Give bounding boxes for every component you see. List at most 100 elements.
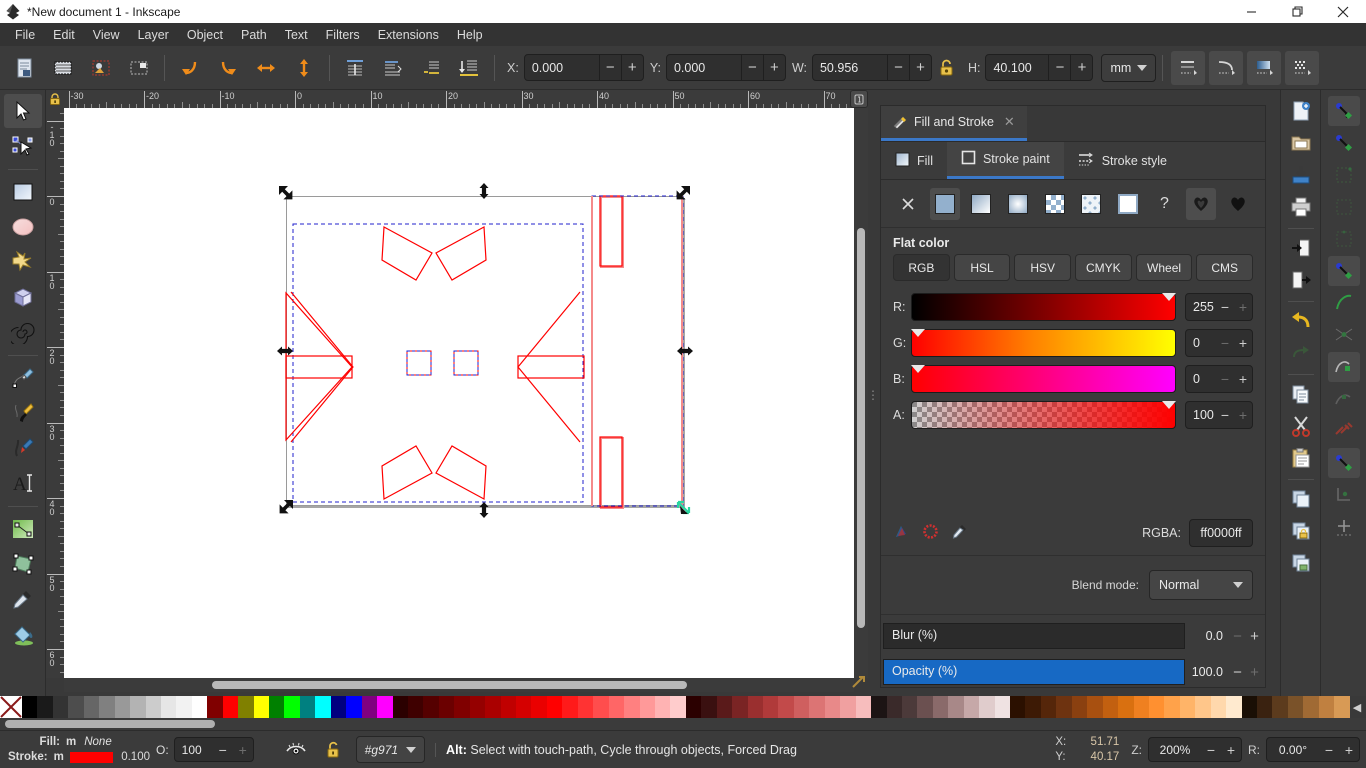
palette-swatch[interactable] <box>330 696 347 718</box>
opacity-increment[interactable]: + <box>1246 664 1263 681</box>
snap-smooth-nodes-icon[interactable] <box>1328 384 1360 414</box>
palette-swatch[interactable] <box>1025 696 1041 718</box>
slider-handle[interactable] <box>1162 293 1176 301</box>
channel-g-spinner[interactable]: 0 − + <box>1185 329 1253 357</box>
palette-swatch[interactable] <box>1241 696 1257 718</box>
side-bar-top[interactable] <box>599 195 623 267</box>
canvas-corner-icon[interactable] <box>850 674 868 692</box>
small-square-right[interactable] <box>453 350 479 376</box>
palette-swatch[interactable] <box>315 696 331 718</box>
palette-swatch[interactable] <box>207 696 223 718</box>
channel-r-slider[interactable] <box>911 293 1176 321</box>
opacity-decrement[interactable]: − <box>213 742 233 758</box>
question-button[interactable]: ? <box>1149 188 1180 220</box>
palette-swatch[interactable] <box>423 696 439 718</box>
blur-slider[interactable]: Blur (%) <box>883 623 1185 649</box>
palette-swatch[interactable] <box>145 696 161 718</box>
palette-swatch[interactable] <box>1040 696 1057 718</box>
palette-swatch[interactable] <box>99 696 115 718</box>
menu-item-text[interactable]: Text <box>276 26 317 44</box>
blur-increment[interactable]: + <box>1246 628 1263 645</box>
swatch-button[interactable] <box>1076 188 1107 220</box>
cut-icon[interactable] <box>1285 411 1317 441</box>
flat-color-button[interactable] <box>929 187 961 220</box>
palette-swatch[interactable] <box>1226 696 1242 718</box>
palette-swatch[interactable] <box>1303 696 1319 718</box>
canvas-artwork[interactable] <box>64 108 854 678</box>
w-input[interactable]: 50.956 <box>813 61 887 75</box>
dock-resize-handle[interactable]: ⋮ <box>867 380 879 410</box>
spiral-tool[interactable] <box>4 315 42 349</box>
palette-swatch[interactable] <box>238 696 254 718</box>
lock-icon[interactable] <box>936 55 958 81</box>
rotation-spinner[interactable]: 0.00° − + <box>1266 737 1360 762</box>
channel-r-spinner[interactable]: 255 − + <box>1185 293 1253 321</box>
palette-swatch[interactable] <box>130 696 146 718</box>
palette-swatch[interactable] <box>763 696 779 718</box>
rotation-decrement[interactable]: − <box>1319 742 1339 758</box>
palette-swatch[interactable] <box>346 696 362 718</box>
clone-icon[interactable] <box>1285 548 1317 578</box>
small-square-left[interactable] <box>406 350 432 376</box>
palette-swatch[interactable] <box>840 696 856 718</box>
rotation-increment[interactable]: + <box>1339 742 1359 758</box>
snap-bbox-edges-icon[interactable] <box>1328 192 1360 222</box>
w-spinner[interactable]: 50.956 − + <box>811 54 932 81</box>
selection-handle-s[interactable] <box>479 502 489 518</box>
palette-swatch[interactable] <box>624 696 640 718</box>
affect-patterns-icon[interactable] <box>1285 50 1320 85</box>
slider-handle[interactable] <box>1162 401 1176 409</box>
w-decrement[interactable]: − <box>886 55 909 80</box>
palette-swatch[interactable] <box>377 696 393 718</box>
x-input[interactable]: 0.000 <box>525 61 599 75</box>
palette-swatch[interactable] <box>994 696 1010 718</box>
small-square-right-sel[interactable] <box>453 350 479 376</box>
channel-b-value[interactable]: 0 <box>1186 372 1216 386</box>
h-input[interactable]: 40.100 <box>986 61 1048 75</box>
palette-swatch[interactable] <box>608 696 625 718</box>
raise-icon[interactable] <box>376 51 410 85</box>
pattern-button[interactable] <box>1039 188 1070 220</box>
menu-item-layer[interactable]: Layer <box>129 26 178 44</box>
arrow-triangle-left[interactable] <box>290 291 354 443</box>
palette-swatch[interactable] <box>963 696 980 718</box>
menu-item-object[interactable]: Object <box>178 26 232 44</box>
tab-fill[interactable]: Fill <box>881 142 947 179</box>
print-icon[interactable] <box>1285 192 1317 222</box>
palette-swatch[interactable] <box>83 696 100 718</box>
new-file-icon[interactable] <box>1285 96 1317 126</box>
y-input[interactable]: 0.000 <box>667 61 741 75</box>
unlocked-icon[interactable] <box>318 737 350 763</box>
palette-swatch[interactable] <box>37 696 53 718</box>
menu-item-help[interactable]: Help <box>448 26 492 44</box>
channel-g-increment[interactable]: + <box>1234 335 1252 351</box>
corner-bar-bottom-left[interactable] <box>381 445 433 500</box>
palette-swatch[interactable] <box>284 696 300 718</box>
fill-stroke-indicator[interactable]: Fill: m None Stroke: m 0.100 <box>0 735 150 765</box>
box3d-tool[interactable] <box>4 280 42 314</box>
pick-color-icon[interactable] <box>893 523 910 543</box>
side-bar-top-shadow[interactable] <box>600 196 624 268</box>
snap-nodes-icon[interactable] <box>1327 256 1360 286</box>
menu-item-edit[interactable]: Edit <box>44 26 84 44</box>
x-spinner[interactable]: 0.000 − + <box>523 54 644 81</box>
snap-bounding-box-icon[interactable] <box>1328 128 1360 158</box>
zoom-increment[interactable]: + <box>1221 742 1241 758</box>
palette-swatch[interactable] <box>747 696 763 718</box>
snap-bbox-corners-icon[interactable] <box>1328 160 1360 190</box>
redo-icon[interactable] <box>1285 338 1317 368</box>
text-tool[interactable]: A <box>4 466 42 500</box>
selection-handle-w[interactable] <box>277 346 293 356</box>
select-all-icon[interactable] <box>122 51 156 85</box>
pencil-tool[interactable] <box>4 361 42 395</box>
palette-swatch[interactable] <box>222 696 239 718</box>
h-decrement[interactable]: − <box>1048 55 1070 80</box>
linear-gradient-button[interactable] <box>966 188 997 220</box>
resize-cursor[interactable] <box>676 500 691 515</box>
selection-handle-sw[interactable] <box>279 500 293 514</box>
menu-item-path[interactable]: Path <box>232 26 276 44</box>
save-file-icon[interactable] <box>1285 160 1317 190</box>
bar-right[interactable] <box>517 355 585 379</box>
color-mode-cms[interactable]: CMS <box>1196 254 1254 281</box>
channel-a-value[interactable]: 100 <box>1186 408 1216 422</box>
